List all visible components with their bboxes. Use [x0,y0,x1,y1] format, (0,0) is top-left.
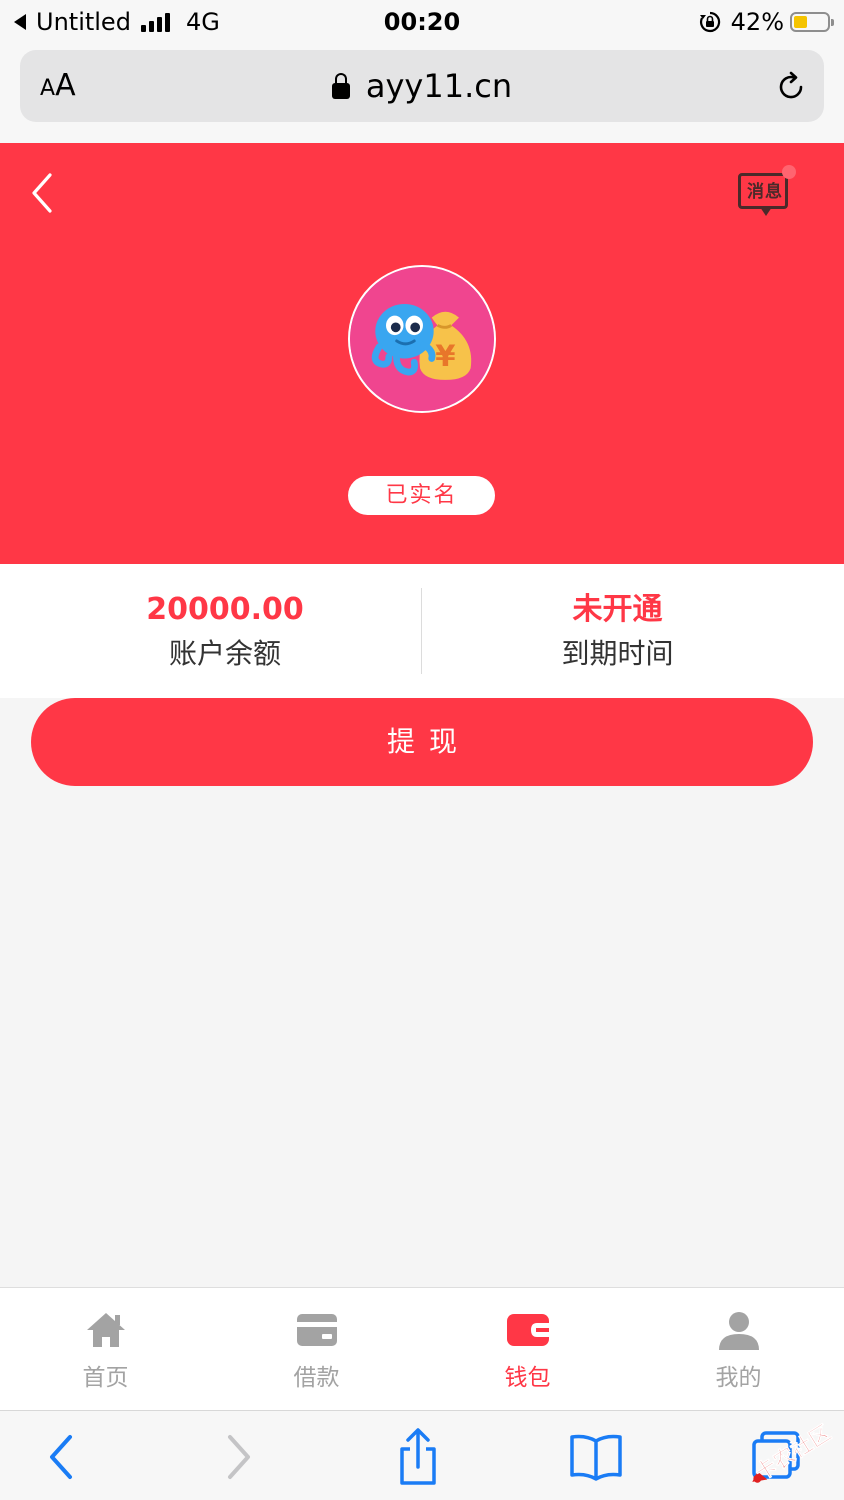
messages-label: 消息 [747,182,783,202]
tab-mine[interactable]: 我的 [633,1288,844,1410]
address-bar[interactable]: AA ayy11.cn [20,50,824,122]
lock-icon [331,73,350,99]
unread-dot [782,165,796,179]
share-icon[interactable] [388,1427,448,1487]
url-field[interactable]: ayy11.cn [20,50,824,122]
balance-value: 20000.00 [146,592,304,627]
rotation-lock-icon [699,11,720,33]
expiry-label: 到期时间 [561,637,674,670]
wallet-header: 消息 ¥ 已实名 [0,143,844,564]
tab-wallet-label: 钱包 [504,1365,551,1391]
account-stats: 20000.00 账户余额 未开通 到期时间 [0,564,844,698]
battery-level [794,16,807,28]
verified-badge: 已实名 [348,476,495,515]
tab-home[interactable]: 首页 [0,1288,211,1410]
browser-address-area: AA ayy11.cn [0,44,844,143]
tab-mine-label: 我的 [715,1365,762,1391]
battery-percent: 42% [730,8,784,36]
card-icon [297,1314,337,1346]
bookmarks-icon[interactable] [566,1427,626,1487]
tab-wallet[interactable]: 钱包 [422,1288,633,1410]
home-icon [87,1313,125,1347]
watermark-text: 卡农社区 [751,1420,835,1485]
status-bar: Untitled 4G 00:20 42% [0,0,844,44]
url-text[interactable]: ayy11.cn [366,67,512,105]
browser-toolbar: 卡农社区 [0,1410,844,1500]
back-icon[interactable] [28,171,56,215]
expiry-value: 未开通 [572,592,663,627]
avatar[interactable]: ¥ [348,265,496,413]
app-tab-bar: 首页 借款 钱包 我的 [0,1287,844,1410]
svg-text:¥: ¥ [435,339,455,373]
browser-forward-icon[interactable] [208,1427,268,1487]
tab-loan-label: 借款 [293,1365,340,1391]
reload-icon[interactable] [774,70,808,104]
mascot-money-bag-icon: ¥ [350,267,494,411]
wallet-icon [507,1314,549,1346]
user-icon [719,1312,759,1350]
expiry-stat: 未开通 到期时间 [420,588,815,676]
balance-stat: 20000.00 账户余额 [0,588,450,676]
messages-button[interactable]: 消息 [738,165,796,219]
battery-icon [790,12,834,32]
watermark-logo: 卡农社区 [751,1420,836,1485]
browser-back-icon[interactable] [32,1427,92,1487]
tab-home-label: 首页 [82,1365,129,1391]
status-right: 42% [699,6,834,38]
withdraw-button[interactable]: 提现 [31,698,813,786]
balance-label: 账户余额 [168,637,281,670]
tab-loan[interactable]: 借款 [211,1288,422,1410]
